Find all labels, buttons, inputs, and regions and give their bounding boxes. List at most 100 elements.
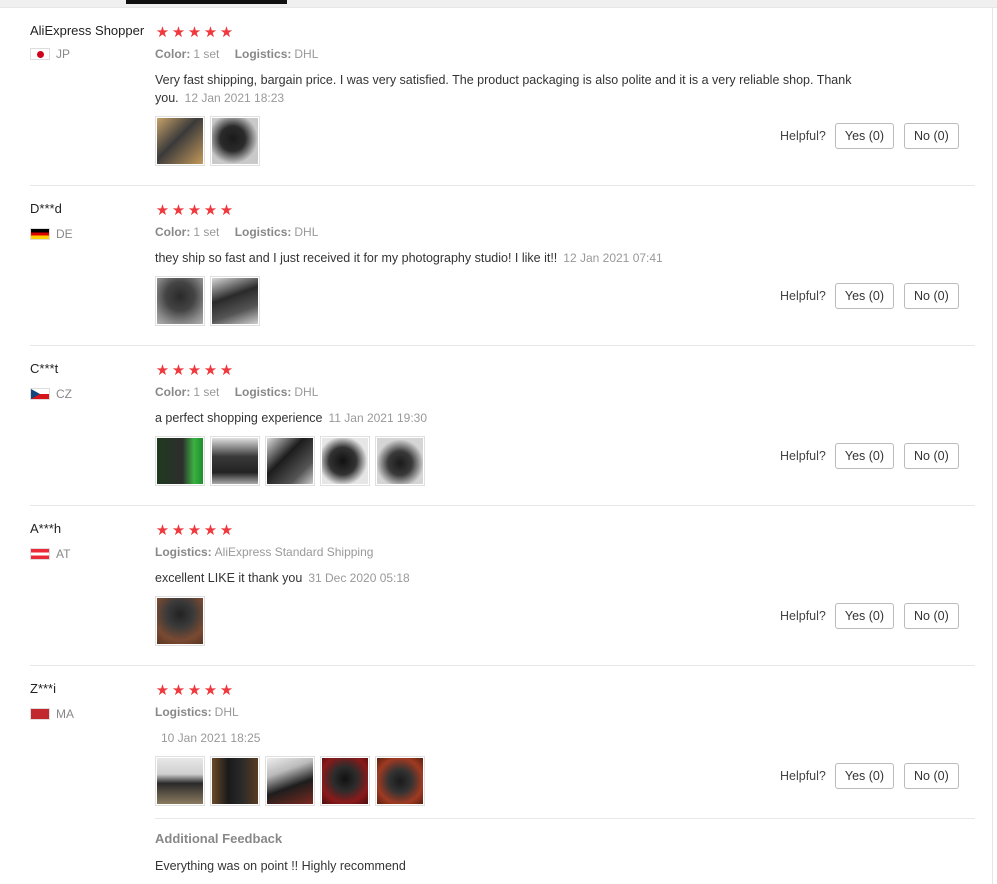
star-rating: ★ ★ ★ ★ ★ xyxy=(155,683,234,698)
star-icon: ★ xyxy=(203,682,218,699)
helpful-yes-button[interactable]: Yes (0) xyxy=(834,123,895,149)
review-date: 12 Jan 2021 07:41 xyxy=(563,251,663,265)
logistics-value: DHL xyxy=(294,47,319,61)
star-icon: ★ xyxy=(187,24,202,41)
helpful-controls: Helpful? Yes (0) No (0) xyxy=(780,123,969,149)
star-icon: ★ xyxy=(187,522,202,539)
helpful-label: Helpful? xyxy=(780,289,826,303)
review-photo-thumbnail[interactable] xyxy=(375,436,425,486)
review-photo-thumbnail[interactable] xyxy=(265,756,315,806)
additional-feedback-text: Everything was on point !! Highly recomm… xyxy=(155,859,406,873)
review-photo-thumbnail[interactable] xyxy=(320,436,370,486)
review-photos xyxy=(155,756,425,806)
review-content: excellent LIKE it thank you 31 Dec 2020 0… xyxy=(155,569,895,587)
review-photo-thumbnail[interactable] xyxy=(375,756,425,806)
logistics-label: Logistics: xyxy=(234,225,292,239)
helpful-label: Helpful? xyxy=(780,609,826,623)
star-rating: ★ ★ ★ ★ ★ xyxy=(155,25,234,40)
helpful-yes-button[interactable]: Yes (0) xyxy=(834,283,895,309)
reviewer-country: MA xyxy=(30,707,74,721)
color-value: 1 set xyxy=(193,47,220,61)
review-photo-thumbnail[interactable] xyxy=(210,756,260,806)
reviewer-country: CZ xyxy=(30,387,72,401)
review-photo-thumbnail[interactable] xyxy=(320,756,370,806)
helpful-controls: Helpful? Yes (0) No (0) xyxy=(780,283,969,309)
helpful-yes-button[interactable]: Yes (0) xyxy=(834,443,895,469)
flag-ma-icon xyxy=(30,708,50,720)
star-icon: ★ xyxy=(219,522,234,539)
helpful-controls: Helpful? Yes (0) No (0) xyxy=(780,603,969,629)
reviewer-country: DE xyxy=(30,227,73,241)
review-photo-thumbnail[interactable] xyxy=(155,596,205,646)
star-icon: ★ xyxy=(155,362,170,379)
helpful-yes-button[interactable]: Yes (0) xyxy=(834,763,895,789)
star-icon: ★ xyxy=(155,682,170,699)
review-photo-thumbnail[interactable] xyxy=(265,436,315,486)
helpful-controls: Helpful? Yes (0) No (0) xyxy=(780,763,969,789)
logistics-label: Logistics: xyxy=(155,545,212,559)
flag-cz-icon xyxy=(30,388,50,400)
review-content: they ship so fast and I just received it… xyxy=(155,249,895,267)
star-rating: ★ ★ ★ ★ ★ xyxy=(155,523,234,538)
active-tab-indicator xyxy=(126,0,287,4)
star-rating: ★ ★ ★ ★ ★ xyxy=(155,203,234,218)
color-label: Color: xyxy=(155,225,191,239)
star-icon: ★ xyxy=(219,682,234,699)
review-meta: Color: 1 set Logistics: DHL xyxy=(155,225,330,239)
logistics-value: DHL xyxy=(294,225,319,239)
review-text: excellent LIKE it thank you xyxy=(155,571,303,585)
star-rating: ★ ★ ★ ★ ★ xyxy=(155,363,234,378)
reviewer-name: C***t xyxy=(30,361,59,376)
top-tab-bar xyxy=(0,0,997,8)
review-photo-thumbnail[interactable] xyxy=(155,756,205,806)
logistics-label: Logistics: xyxy=(234,385,292,399)
reviewer-name: A***h xyxy=(30,521,62,536)
reviewer-name: Z***i xyxy=(30,681,57,696)
helpful-no-button[interactable]: No (0) xyxy=(904,603,959,629)
star-icon: ★ xyxy=(155,522,170,539)
star-icon: ★ xyxy=(171,682,186,699)
star-icon: ★ xyxy=(187,202,202,219)
review-date: 11 Jan 2021 19:30 xyxy=(328,411,428,425)
star-icon: ★ xyxy=(171,202,186,219)
country-code: CZ xyxy=(56,387,72,401)
review-divider xyxy=(30,345,975,346)
country-code: DE xyxy=(56,227,73,241)
review-photos xyxy=(155,596,205,646)
helpful-label: Helpful? xyxy=(780,769,826,783)
helpful-no-button[interactable]: No (0) xyxy=(904,443,959,469)
star-icon: ★ xyxy=(155,202,170,219)
flag-jp-icon xyxy=(30,48,50,60)
star-icon: ★ xyxy=(203,24,218,41)
logistics-value: AliExpress Standard Shipping xyxy=(214,545,374,559)
review-photo-thumbnail[interactable] xyxy=(210,116,260,166)
star-icon: ★ xyxy=(203,522,218,539)
reviewer-country: JP xyxy=(30,47,70,61)
review-date: 31 Dec 2020 05:18 xyxy=(308,571,410,585)
color-value: 1 set xyxy=(193,385,220,399)
helpful-yes-button[interactable]: Yes (0) xyxy=(834,603,895,629)
additional-feedback-title: Additional Feedback xyxy=(155,831,283,846)
review-divider xyxy=(30,665,975,666)
review-photos xyxy=(155,116,260,166)
logistics-label: Logistics: xyxy=(155,705,212,719)
review-photo-thumbnail[interactable] xyxy=(210,436,260,486)
review-date: 10 Jan 2021 18:25 xyxy=(161,731,261,745)
star-icon: ★ xyxy=(155,24,170,41)
review-photo-thumbnail[interactable] xyxy=(155,436,205,486)
star-icon: ★ xyxy=(203,202,218,219)
country-code: JP xyxy=(56,47,71,61)
helpful-no-button[interactable]: No (0) xyxy=(904,123,959,149)
star-icon: ★ xyxy=(203,362,218,379)
review-photo-thumbnail[interactable] xyxy=(155,116,205,166)
helpful-no-button[interactable]: No (0) xyxy=(904,283,959,309)
star-icon: ★ xyxy=(171,522,186,539)
review-photos xyxy=(155,436,425,486)
review-meta: Logistics: DHL xyxy=(155,705,251,719)
review-photo-thumbnail[interactable] xyxy=(210,276,260,326)
helpful-no-button[interactable]: No (0) xyxy=(904,763,959,789)
star-icon: ★ xyxy=(171,24,186,41)
star-icon: ★ xyxy=(187,362,202,379)
helpful-label: Helpful? xyxy=(780,449,826,463)
review-photo-thumbnail[interactable] xyxy=(155,276,205,326)
